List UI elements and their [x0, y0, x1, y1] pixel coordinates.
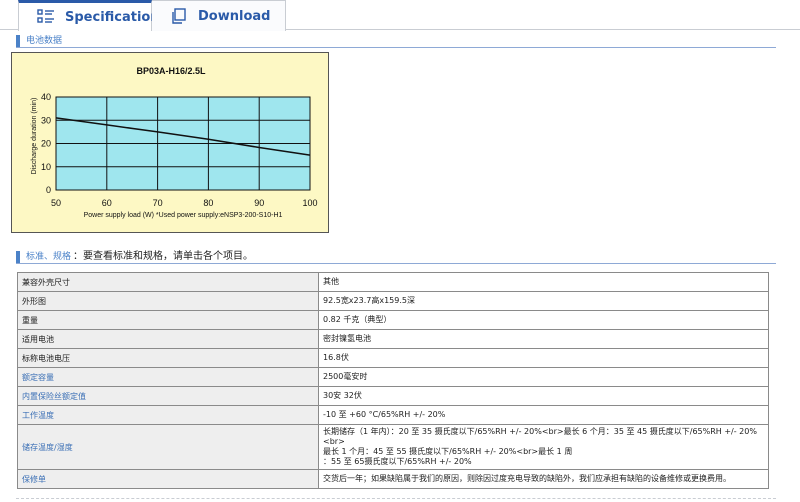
heading-marker — [16, 35, 20, 47]
spec-value-multiline: 长期储存（1 年内）：20 至 35 摄氏度以下/65%RH +/- 20%<b… — [318, 424, 769, 470]
x-tick-label: 60 — [102, 198, 112, 208]
y-tick-label: 20 — [41, 139, 51, 149]
table-row: 外形图 92.5宽x23.7高x159.5深 — [17, 291, 769, 311]
table-row: 标称电池电压 16.8伏 — [17, 348, 769, 368]
discharge-chart: BP03A-H16/2.5L 50 60 70 80 90 100 0 10 20 30 40 Po… — [11, 52, 329, 233]
tab-specification[interactable]: Specification — [18, 0, 160, 31]
spec-key: 标称电池电压 — [17, 348, 319, 368]
chart-y-axis-label: Discharge duration (min) — [31, 98, 38, 175]
spec-key-link[interactable]: 内置保险丝额定值 — [17, 386, 319, 406]
y-tick-label: 40 — [41, 92, 51, 102]
tab-download-label: Download — [198, 8, 271, 24]
tab-bar: Specification Download — [0, 0, 800, 31]
spec-key: 适用电池 — [17, 329, 319, 349]
spec-value: 92.5宽x23.7高x159.5深 — [318, 291, 769, 311]
spec-key-link[interactable]: 储存温度/湿度 — [17, 424, 319, 470]
list-icon — [37, 8, 55, 26]
chart-x-axis-label: Power supply load (W) *Used power supply… — [84, 212, 283, 219]
storage-line: 最长 1 个月：45 至 55 摄氏度以下/65%RH +/- 20%<br>最… — [323, 447, 573, 456]
storage-line: 长期储存（1 年内）：20 至 35 摄氏度以下/65%RH +/- 20%<b… — [323, 427, 757, 446]
spec-table: 兼容外壳尺寸 其他 外形图 92.5宽x23.7高x159.5深 重量 0.82… — [17, 272, 769, 489]
spec-value: 0.82 千克（典型） — [318, 310, 769, 330]
table-row: 储存温度/湿度 长期储存（1 年内）：20 至 35 摄氏度以下/65%RH +… — [17, 424, 769, 470]
spec-value: 30安 32伏 — [318, 386, 769, 406]
y-tick-label: 30 — [41, 115, 51, 125]
table-row: 额定容量 2500毫安时 — [17, 367, 769, 387]
y-tick-label: 10 — [41, 162, 51, 172]
discharge-chart-svg: BP03A-H16/2.5L 50 60 70 80 90 100 0 10 20 30 40 Po… — [31, 66, 318, 219]
chart-title: BP03A-H16/2.5L — [136, 66, 206, 76]
spec-heading-desc: ：要查看标准和规格，请单击各个项目。 — [73, 251, 254, 262]
table-row: 内置保险丝额定值 30安 32伏 — [17, 386, 769, 406]
spec-value: -10 至 +60 °C/65%RH +/- 20% — [318, 405, 769, 425]
copy-icon — [170, 7, 188, 25]
spec-key-link[interactable]: 保修单 — [17, 469, 319, 489]
battery-data-label: 电池数据 — [26, 36, 63, 46]
battery-data-heading: 电池数据 — [16, 34, 776, 48]
x-tick-label: 70 — [153, 198, 163, 208]
table-row: 工作温度 -10 至 +60 °C/65%RH +/- 20% — [17, 405, 769, 425]
spec-key: 重量 — [17, 310, 319, 330]
spec-key: 外形图 — [17, 291, 319, 311]
x-tick-label: 90 — [254, 198, 264, 208]
table-row: 保修单 交货后一年；如果缺陷属于我们的原因，则除因过度充电导致的缺陷外，我们应承… — [17, 469, 769, 489]
y-tick-label: 0 — [46, 185, 51, 195]
spec-value: 16.8伏 — [318, 348, 769, 368]
x-tick-label: 80 — [203, 198, 213, 208]
table-row: 兼容外壳尺寸 其他 — [17, 272, 769, 292]
spec-value: 交货后一年；如果缺陷属于我们的原因，则除因过度充电导致的缺陷外，我们应承担有缺陷… — [318, 469, 769, 489]
spec-key-link[interactable]: 额定容量 — [17, 367, 319, 387]
storage-line: ：55 至 65摄氏度以下/65%RH +/- 20% — [323, 457, 472, 466]
tab-specification-label: Specification — [65, 9, 160, 25]
bottom-divider — [16, 498, 776, 499]
table-row: 重量 0.82 千克（典型） — [17, 310, 769, 330]
spec-key: 兼容外壳尺寸 — [17, 272, 319, 292]
spec-heading: 标准、规格 ：要查看标准和规格，请单击各个项目。 — [16, 250, 776, 264]
spec-value: 其他 — [318, 272, 769, 292]
spec-value: 2500毫安时 — [318, 367, 769, 387]
spec-key-link[interactable]: 工作温度 — [17, 405, 319, 425]
x-tick-label: 100 — [302, 198, 317, 208]
tab-download[interactable]: Download — [152, 0, 286, 31]
x-tick-label: 50 — [51, 198, 61, 208]
spec-value: 密封镍氢电池 — [318, 329, 769, 349]
spec-heading-label[interactable]: 标准、规格 — [26, 251, 71, 263]
table-row: 适用电池 密封镍氢电池 — [17, 329, 769, 349]
heading-marker — [16, 251, 20, 263]
